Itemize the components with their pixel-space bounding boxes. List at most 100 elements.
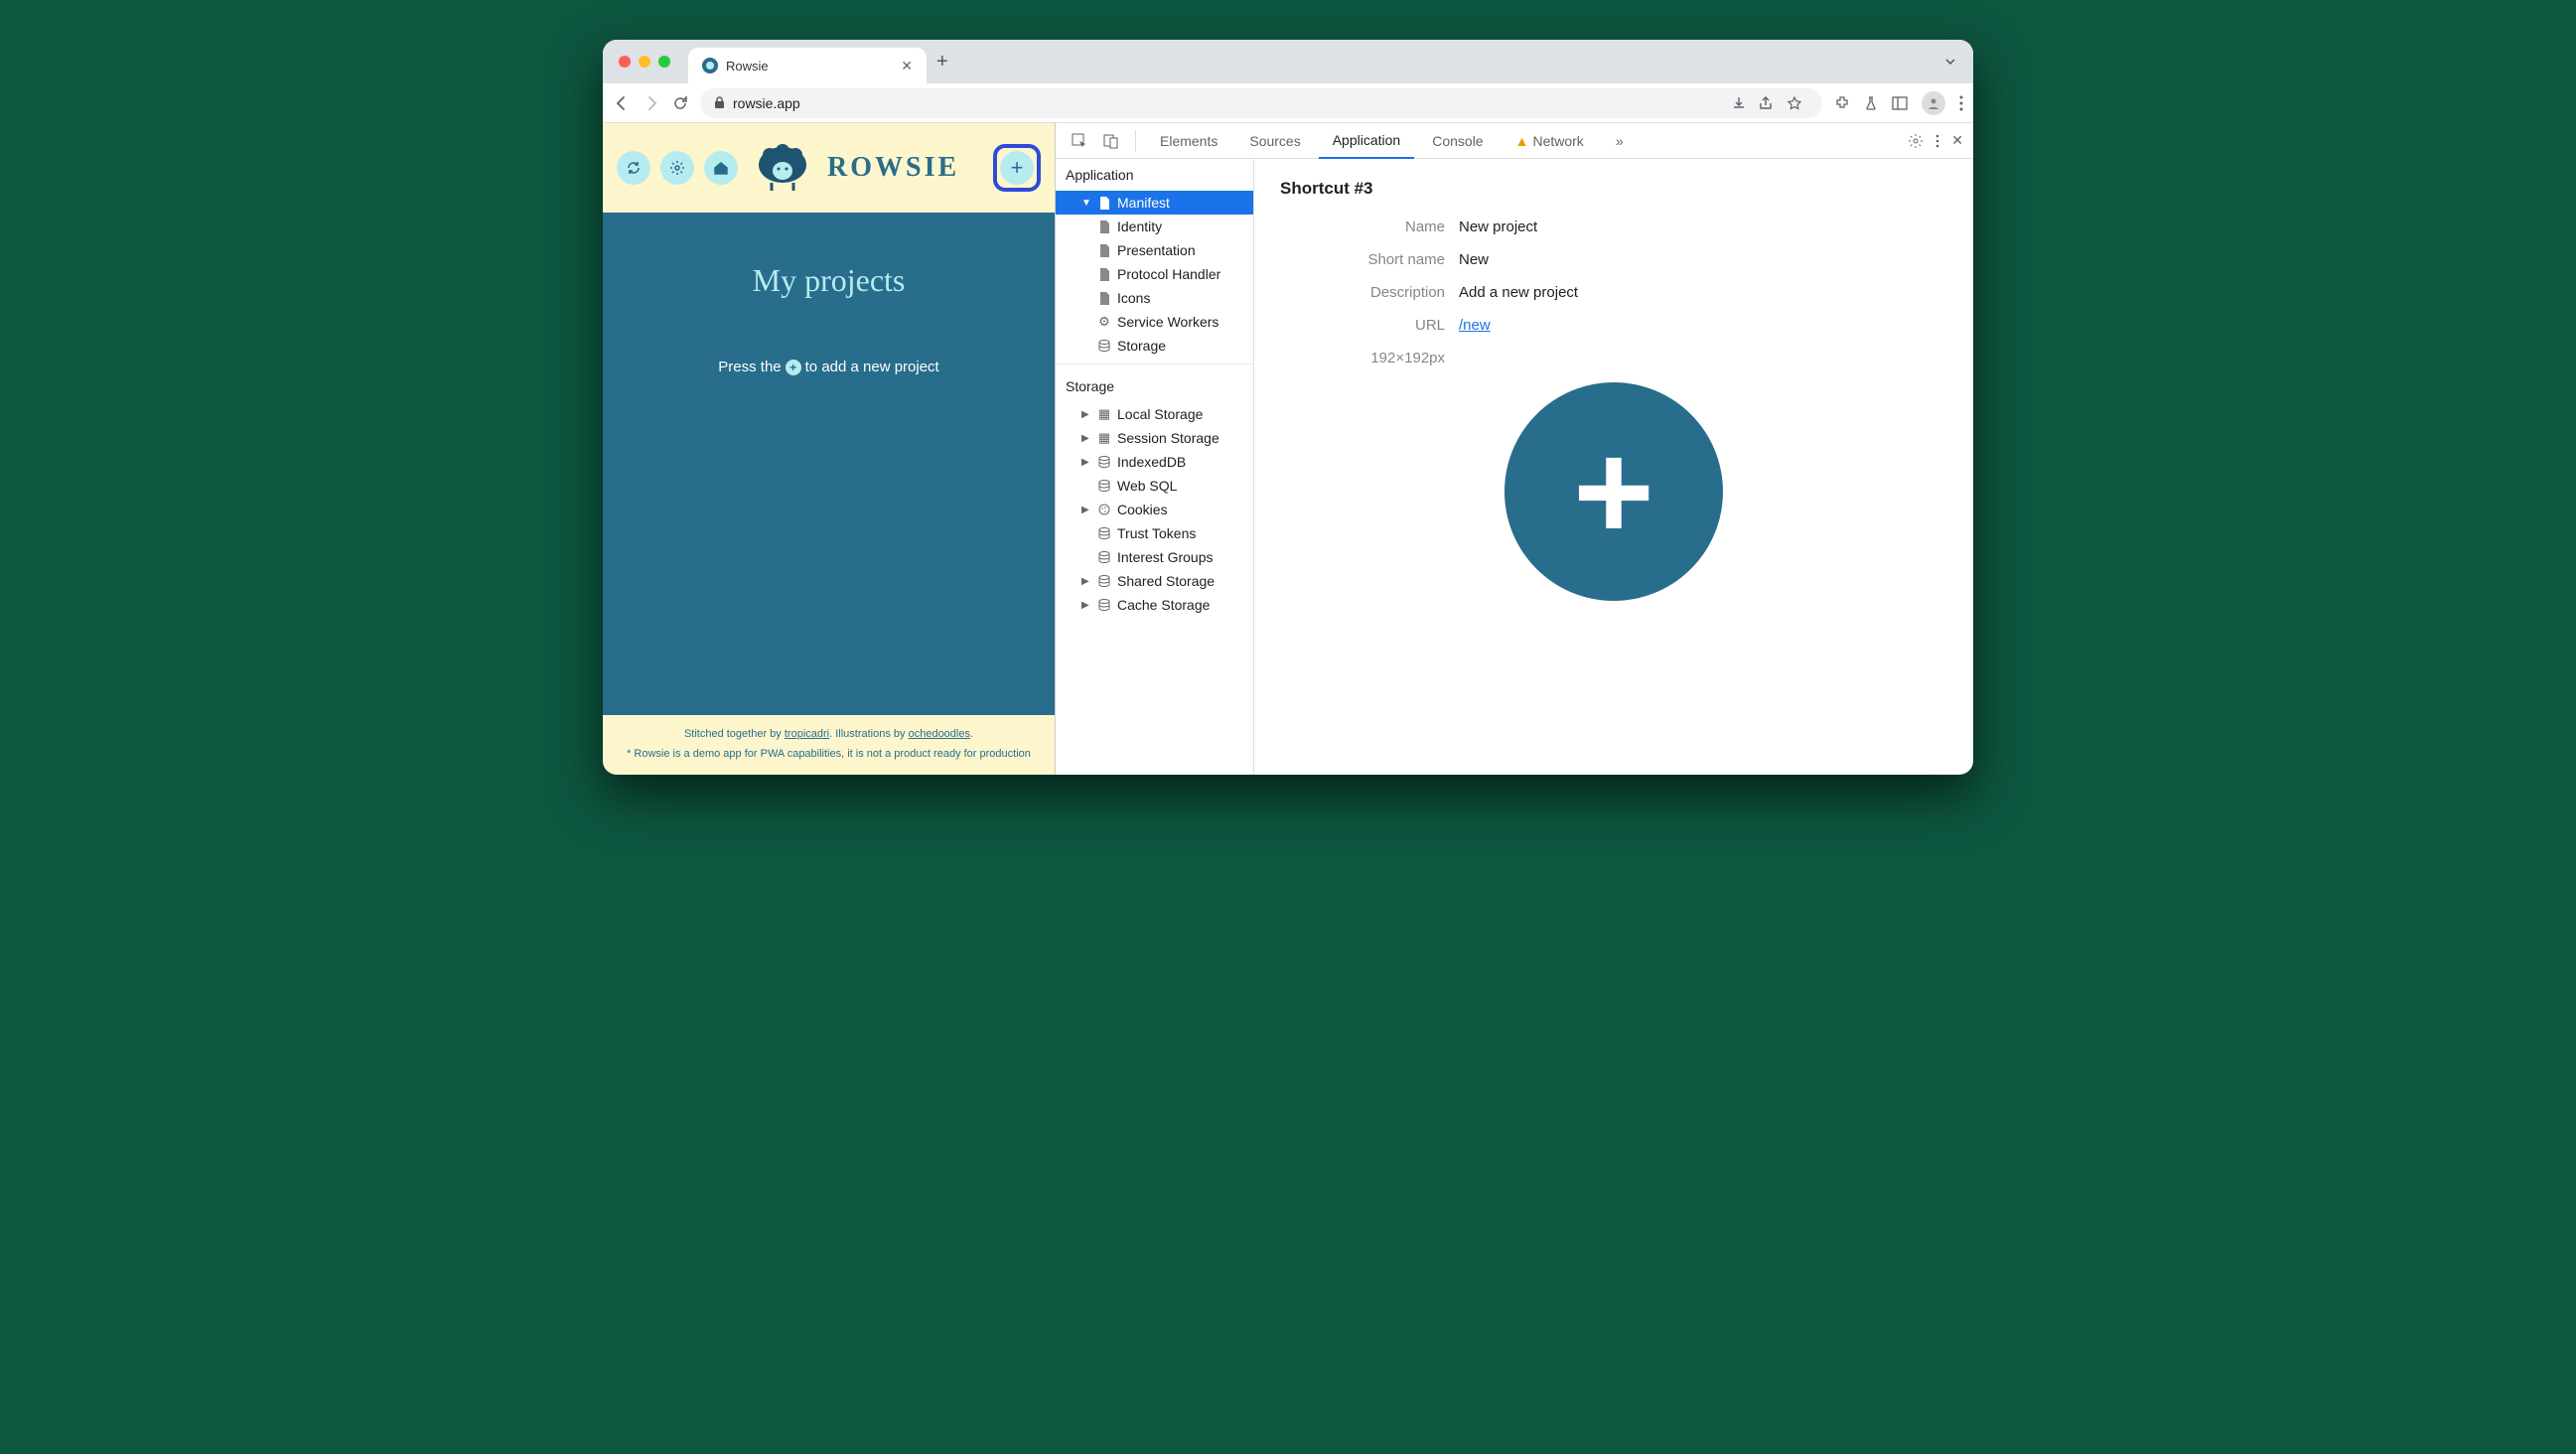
omnibox[interactable]: rowsie.app <box>700 88 1822 118</box>
star-icon[interactable] <box>1787 95 1808 111</box>
profile-avatar[interactable] <box>1922 91 1945 115</box>
maximize-window-icon[interactable] <box>658 56 670 68</box>
file-icon <box>1097 244 1111 257</box>
sidebar-section-application: Application <box>1056 159 1253 191</box>
value-short-name: New <box>1459 251 1489 268</box>
install-icon[interactable] <box>1731 95 1753 111</box>
database-icon <box>1097 480 1111 492</box>
database-icon <box>1097 456 1111 468</box>
app-wordmark: ROWSIE <box>827 152 959 184</box>
back-button[interactable] <box>613 94 631 112</box>
devtools-panel: Elements Sources Application Console ▲Ne… <box>1055 123 1973 775</box>
tab-more[interactable]: » <box>1602 123 1638 159</box>
footer-link-illustrator[interactable]: ochedoodles <box>909 728 970 740</box>
sidebar-item-cookies[interactable]: ▶Cookies <box>1056 498 1253 521</box>
sidebar-item-service-workers[interactable]: ⚙Service Workers <box>1056 310 1253 334</box>
traffic-lights <box>619 56 670 68</box>
devtools-menu-icon[interactable] <box>1935 134 1939 148</box>
sidebar-item-presentation[interactable]: Presentation <box>1056 238 1253 262</box>
devtools-settings-icon[interactable] <box>1908 133 1924 149</box>
close-tab-icon[interactable]: ✕ <box>901 58 913 74</box>
reload-button[interactable] <box>672 95 688 111</box>
labs-icon[interactable] <box>1864 95 1878 111</box>
inline-plus-icon: + <box>786 360 801 375</box>
tab-application[interactable]: Application <box>1319 123 1415 159</box>
label-name: Name <box>1280 218 1459 235</box>
gear-icon: ⚙ <box>1097 314 1111 330</box>
label-dimensions: 192×192px <box>1280 350 1459 366</box>
footer-link-author[interactable]: tropicadri <box>785 728 829 740</box>
devtools-close-icon[interactable]: ✕ <box>1951 132 1963 149</box>
footer-disclaimer: * Rowsie is a demo app for PWA capabilit… <box>619 745 1039 765</box>
browser-toolbar-right <box>1834 91 1963 115</box>
tab-title: Rowsie <box>726 59 893 73</box>
sidebar-toggle-icon[interactable] <box>1892 96 1908 110</box>
device-toggle-icon[interactable] <box>1097 133 1125 149</box>
file-icon <box>1097 268 1111 281</box>
chrome-tab-strip: Rowsie ✕ + <box>603 40 1973 83</box>
sidebar-item-local-storage[interactable]: ▶▦Local Storage <box>1056 402 1253 426</box>
tab-elements[interactable]: Elements <box>1146 123 1231 159</box>
sidebar-item-session-storage[interactable]: ▶▦Session Storage <box>1056 426 1253 450</box>
sidebar-item-indexeddb[interactable]: ▶IndexedDB <box>1056 450 1253 474</box>
settings-button[interactable] <box>660 151 694 185</box>
rowsie-app: ROWSIE + My projects Press the + to add … <box>603 123 1055 775</box>
close-window-icon[interactable] <box>619 56 631 68</box>
favicon-icon <box>702 58 718 73</box>
content-area: ROWSIE + My projects Press the + to add … <box>603 123 1973 775</box>
add-button-highlight: + <box>993 144 1041 192</box>
minimize-window-icon[interactable] <box>639 56 650 68</box>
sidebar-section-storage: Storage <box>1056 370 1253 402</box>
app-footer: Stitched together by tropicadri. Illustr… <box>603 715 1055 775</box>
shortcut-title: Shortcut #3 <box>1280 179 1947 199</box>
tab-sources[interactable]: Sources <box>1235 123 1314 159</box>
devtools-body: Application ▼Manifest Identity Presentat… <box>1056 159 1973 775</box>
label-description: Description <box>1280 284 1459 301</box>
value-url-link[interactable]: /new <box>1459 317 1491 334</box>
url-text: rowsie.app <box>733 95 800 111</box>
home-button[interactable] <box>704 151 738 185</box>
database-icon <box>1097 599 1111 611</box>
sidebar-item-shared-storage[interactable]: ▶Shared Storage <box>1056 569 1253 593</box>
browser-window: Rowsie ✕ + rowsie.app <box>603 40 1973 775</box>
sidebar-item-manifest[interactable]: ▼Manifest <box>1056 191 1253 215</box>
devtools-sidebar: Application ▼Manifest Identity Presentat… <box>1056 159 1254 775</box>
forward-button <box>643 94 660 112</box>
devtools-detail-pane: Shortcut #3 NameNew project Short nameNe… <box>1254 159 1973 775</box>
sidebar-item-websql[interactable]: Web SQL <box>1056 474 1253 498</box>
projects-heading: My projects <box>753 262 906 299</box>
value-name: New project <box>1459 218 1537 235</box>
grid-icon: ▦ <box>1097 430 1111 446</box>
footer-text: . <box>970 728 973 740</box>
sidebar-item-cache-storage[interactable]: ▶Cache Storage <box>1056 593 1253 617</box>
inspect-element-icon[interactable] <box>1066 133 1093 149</box>
shortcut-icon-preview <box>1504 382 1723 601</box>
label-short-name: Short name <box>1280 251 1459 268</box>
tab-network[interactable]: ▲Network <box>1502 123 1598 159</box>
add-project-button[interactable]: + <box>1000 151 1034 185</box>
sidebar-item-identity[interactable]: Identity <box>1056 215 1253 238</box>
url-bar: rowsie.app <box>603 83 1973 123</box>
footer-text: Stitched together by <box>684 728 785 740</box>
extensions-icon[interactable] <box>1834 95 1850 111</box>
value-description: Add a new project <box>1459 284 1578 301</box>
sidebar-item-interest-groups[interactable]: Interest Groups <box>1056 545 1253 569</box>
footer-text: . Illustrations by <box>829 728 908 740</box>
sidebar-item-protocol-handler[interactable]: Protocol Handler <box>1056 262 1253 286</box>
database-icon <box>1097 575 1111 587</box>
sidebar-item-storage[interactable]: Storage <box>1056 334 1253 358</box>
database-icon <box>1097 340 1111 352</box>
browser-tab[interactable]: Rowsie ✕ <box>688 48 927 83</box>
sidebar-item-icons[interactable]: Icons <box>1056 286 1253 310</box>
tab-console[interactable]: Console <box>1418 123 1497 159</box>
new-tab-button[interactable]: + <box>936 51 948 73</box>
sidebar-item-trust-tokens[interactable]: Trust Tokens <box>1056 521 1253 545</box>
label-url: URL <box>1280 317 1459 334</box>
app-header: ROWSIE + <box>603 123 1055 213</box>
menu-icon[interactable] <box>1959 95 1963 111</box>
tab-dropdown-icon[interactable] <box>1943 55 1957 69</box>
share-icon[interactable] <box>1759 95 1781 111</box>
sync-button[interactable] <box>617 151 650 185</box>
omnibox-actions <box>1731 95 1808 111</box>
file-icon <box>1097 197 1111 210</box>
